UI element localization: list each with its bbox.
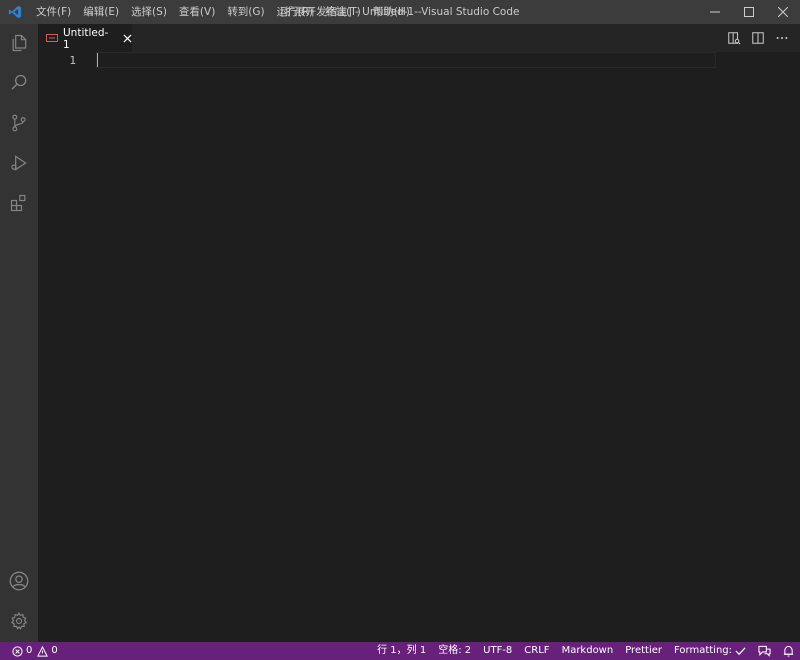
end-of-line[interactable]: CRLF (518, 642, 555, 660)
warning-icon (37, 645, 49, 657)
status-bar: 0 0 行 1，列 1 空格: 2 UTF-8 CRLF Markdown Pr… (0, 642, 800, 660)
line-number-gutter: 1 (38, 52, 96, 642)
menu-edit[interactable]: 编辑(E) (77, 0, 125, 24)
problems-indicator[interactable]: 0 0 (10, 642, 60, 660)
editor-actions (722, 24, 794, 52)
explorer-icon[interactable] (0, 24, 38, 62)
prettier-status[interactable]: Prettier (619, 642, 668, 660)
run-debug-icon[interactable] (0, 144, 38, 182)
tab-label: Untitled-1 (63, 26, 109, 51)
maximize-button[interactable] (732, 0, 766, 24)
line-number: 1 (69, 54, 76, 67)
vscode-logo-icon (0, 0, 30, 24)
feedback-icon[interactable] (752, 645, 777, 657)
maximize-icon (744, 7, 754, 17)
file-icon (46, 32, 58, 45)
language-mode[interactable]: Markdown (556, 642, 620, 660)
cursor-position[interactable]: 行 1，列 1 (371, 642, 432, 660)
editor-tabs-bar: Untitled-1 (38, 24, 800, 52)
text-cursor (97, 53, 98, 67)
error-count: 0 (26, 645, 33, 656)
title-bar: 文件(F) 编辑(E) 选择(S) 查看(V) 转到(G) 运行(R) 终端(T… (0, 0, 800, 24)
source-control-icon[interactable] (0, 104, 38, 142)
close-window-button[interactable] (766, 0, 800, 24)
tab-untitled-1[interactable]: Untitled-1 (38, 24, 132, 52)
activity-bar (0, 24, 38, 642)
search-icon[interactable] (0, 64, 38, 102)
indentation[interactable]: 空格: 2 (432, 642, 477, 660)
extensions-icon[interactable] (0, 184, 38, 222)
formatting-label: Formatting: (674, 645, 732, 656)
check-icon (735, 646, 746, 656)
settings-gear-icon[interactable] (0, 602, 38, 640)
editor-area[interactable]: 1 (38, 52, 800, 642)
menu-file[interactable]: 文件(F) (30, 0, 77, 24)
window-controls (698, 0, 800, 24)
error-icon (12, 645, 23, 657)
warning-count: 0 (51, 645, 58, 656)
minimize-icon (710, 11, 720, 13)
menu-go[interactable]: 转到(G) (221, 0, 270, 24)
current-line-highlight (96, 52, 716, 68)
minimize-button[interactable] (698, 0, 732, 24)
menu-view[interactable]: 查看(V) (173, 0, 221, 24)
menu-selection[interactable]: 选择(S) (125, 0, 173, 24)
status-left: 0 0 (0, 642, 60, 660)
window-title: [扩展开发宿主] - Untitled-1--Visual Studio Cod… (280, 6, 520, 18)
notifications-bell-icon[interactable] (777, 645, 800, 657)
close-tab-icon[interactable] (122, 34, 132, 44)
split-editor-icon[interactable] (746, 26, 770, 50)
status-right: 行 1，列 1 空格: 2 UTF-8 CRLF Markdown Pretti… (371, 642, 800, 660)
open-preview-icon[interactable] (722, 26, 746, 50)
encoding[interactable]: UTF-8 (477, 642, 518, 660)
close-icon (778, 7, 788, 17)
formatting-status[interactable]: Formatting: (668, 642, 752, 660)
account-icon[interactable] (0, 562, 38, 600)
more-actions-icon[interactable] (770, 26, 794, 50)
